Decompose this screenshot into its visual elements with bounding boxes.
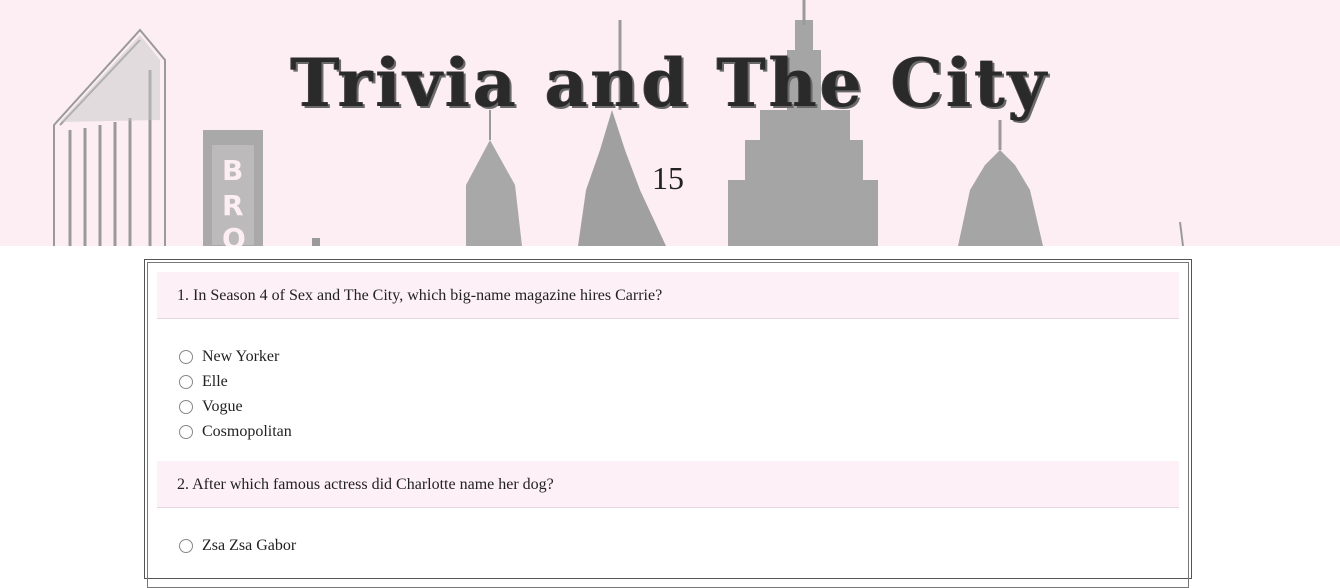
svg-text:B: B <box>222 154 243 187</box>
question-1-heading: 1. In Season 4 of Sex and The City, whic… <box>157 272 1179 319</box>
page-title: Trivia and The City <box>290 44 1050 122</box>
question-1-options: New Yorker Elle Vogue Cosmopolitan <box>179 344 292 444</box>
question-2-options: Zsa Zsa Gabor <box>179 533 296 558</box>
option-label: Elle <box>202 372 228 390</box>
option-label: Cosmopolitan <box>202 422 292 440</box>
question-2-heading: 2. After which famous actress did Charlo… <box>157 461 1179 508</box>
option-elle[interactable]: Elle <box>179 369 292 394</box>
radio-button[interactable] <box>179 349 193 364</box>
option-label: New Yorker <box>202 347 280 365</box>
svg-text:R: R <box>222 189 244 222</box>
quiz-container: 1. In Season 4 of Sex and The City, whic… <box>144 259 1192 588</box>
radio-button[interactable] <box>179 399 193 414</box>
svg-text:O: O <box>222 222 246 246</box>
radio-button[interactable] <box>179 374 193 389</box>
option-label: Zsa Zsa Gabor <box>202 536 297 554</box>
radio-button[interactable] <box>179 538 193 553</box>
nyc-skyline-illustration: B R O <box>53 0 1184 246</box>
score-display: 15 <box>652 160 684 196</box>
option-label: Vogue <box>202 397 243 415</box>
radio-button[interactable] <box>179 424 193 439</box>
option-vogue[interactable]: Vogue <box>179 394 292 419</box>
option-cosmopolitan[interactable]: Cosmopolitan <box>179 419 292 444</box>
option-new-yorker[interactable]: New Yorker <box>179 344 292 369</box>
header-banner: B R O Trivia and The City 15 <box>0 0 1340 246</box>
option-zsa-zsa-gabor[interactable]: Zsa Zsa Gabor <box>179 533 296 558</box>
